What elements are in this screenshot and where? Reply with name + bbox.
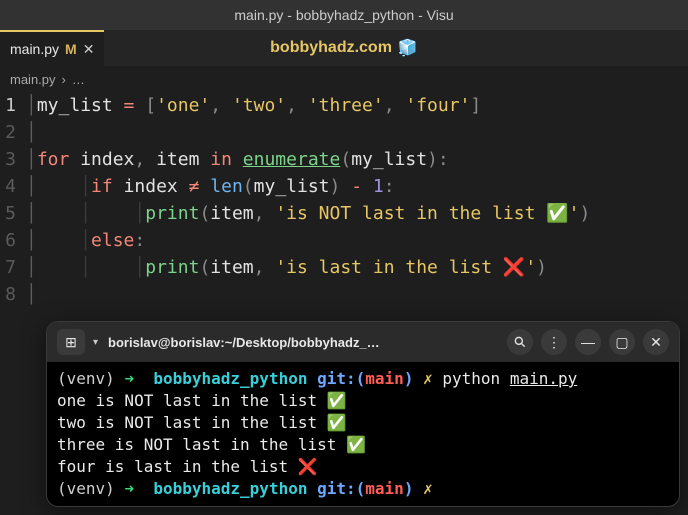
terminal-output-line: three is NOT last in the list ✅ [57, 434, 669, 456]
terminal-line: (venv) ➜ bobbyhadz_python git:(main) ✗ p… [57, 368, 669, 390]
code-content: if index ≠ len(my_list) - 1: [91, 173, 395, 200]
indent-guides: │ │ │ [26, 254, 145, 281]
code-content: else: [91, 227, 145, 254]
chevron-right-icon: › [62, 72, 66, 87]
line-number: 2 [0, 119, 26, 146]
code-line[interactable]: 2│ [0, 119, 688, 146]
line-number: 7 [0, 254, 26, 281]
line-number: 4 [0, 173, 26, 200]
close-icon[interactable]: ✕ [83, 41, 95, 58]
code-line[interactable]: 1│ my_list = ['one', 'two', 'three', 'fo… [0, 92, 688, 119]
cube-icon: 🧊 [398, 38, 418, 58]
breadcrumb[interactable]: main.py › … [0, 66, 688, 92]
modified-indicator: M [65, 41, 77, 57]
search-icon[interactable] [507, 329, 533, 355]
watermark-text: bobbyhadz.com [270, 39, 392, 57]
code-line[interactable]: 4│ │ if index ≠ len(my_list) - 1: [0, 173, 688, 200]
code-line[interactable]: 5│ │ │ print(item, 'is NOT last in the l… [0, 200, 688, 227]
close-button[interactable]: ✕ [643, 329, 669, 355]
new-tab-button[interactable]: ⊞ [57, 329, 85, 355]
chevron-down-icon[interactable]: ▾ [93, 337, 98, 348]
terminal-output-line: four is last in the list ❌ [57, 456, 669, 478]
terminal-line: (venv) ➜ bobbyhadz_python git:(main) ✗ [57, 478, 669, 500]
terminal-title: borislav@borislav:~/Desktop/bobbyhadz_… [108, 335, 497, 350]
code-line[interactable]: 7│ │ │ print(item, 'is last in the list … [0, 254, 688, 281]
code-content: print(item, 'is NOT last in the list ✅') [145, 200, 590, 227]
terminal-output-line: one is NOT last in the list ✅ [57, 390, 669, 412]
indent-guides: │ [26, 146, 37, 173]
indent-guides: │ │ [26, 227, 91, 254]
indent-guides: │ [26, 119, 37, 146]
tab-row: main.py M ✕ bobbyhadz.com 🧊 [0, 30, 688, 66]
code-line[interactable]: 3│ for index, item in enumerate(my_list)… [0, 146, 688, 173]
watermark: bobbyhadz.com 🧊 [270, 38, 418, 58]
indent-guides: │ [26, 281, 37, 308]
menu-icon[interactable]: ⋮ [541, 329, 567, 355]
terminal-header: ⊞ ▾ borislav@borislav:~/Desktop/bobbyhad… [47, 322, 679, 362]
line-number: 5 [0, 200, 26, 227]
indent-guides: │ │ [26, 173, 91, 200]
tab-main-py[interactable]: main.py M ✕ [0, 30, 104, 66]
code-line[interactable]: 6│ │ else: [0, 227, 688, 254]
code-line[interactable]: 8│ [0, 281, 688, 308]
terminal-output-line: two is NOT last in the list ✅ [57, 412, 669, 434]
code-editor[interactable]: 1│ my_list = ['one', 'two', 'three', 'fo… [0, 92, 688, 308]
breadcrumb-file: main.py [10, 72, 56, 87]
maximize-button[interactable]: ▢ [609, 329, 635, 355]
code-content: for index, item in enumerate(my_list): [37, 146, 449, 173]
breadcrumb-more: … [72, 72, 85, 87]
window-titlebar: main.py - bobbyhadz_python - Visu [0, 0, 688, 30]
line-number: 6 [0, 227, 26, 254]
indent-guides: │ │ │ [26, 200, 145, 227]
indent-guides: │ [26, 92, 37, 119]
line-number: 1 [0, 92, 26, 119]
minimize-button[interactable]: — [575, 329, 601, 355]
terminal-body[interactable]: (venv) ➜ bobbyhadz_python git:(main) ✗ p… [47, 362, 679, 506]
line-number: 8 [0, 281, 26, 308]
code-content: print(item, 'is last in the list ❌') [145, 254, 547, 281]
code-content: my_list = ['one', 'two', 'three', 'four'… [37, 92, 481, 119]
terminal-window: ⊞ ▾ borislav@borislav:~/Desktop/bobbyhad… [46, 321, 680, 507]
line-number: 3 [0, 146, 26, 173]
tab-filename: main.py [10, 41, 59, 57]
